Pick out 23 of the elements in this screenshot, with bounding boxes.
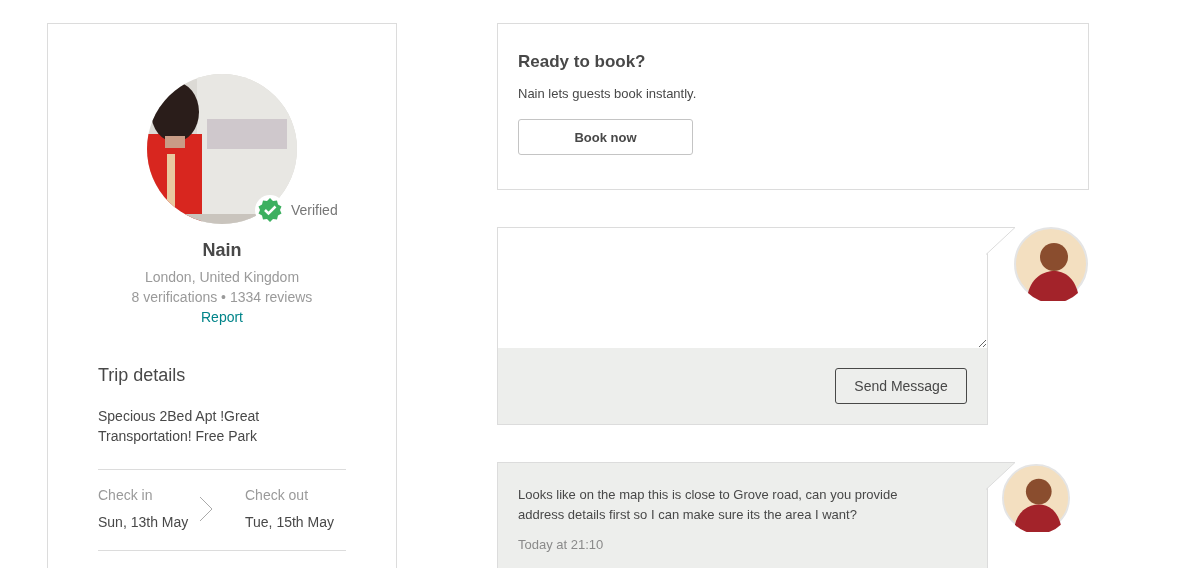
check-in-label: Check in [98,487,154,503]
book-now-button[interactable]: Book now [518,119,693,155]
check-out-label: Check out [245,487,310,503]
report-link[interactable]: Report [201,307,243,327]
check-out-date: Tue, 15th May [245,514,335,530]
trip-details-heading: Trip details [98,365,187,386]
message-text: Looks like on the map this is close to Grove road, can you provide address details first so I can make sure its the area I want? [518,486,899,524]
avatar-icon [1014,227,1088,301]
booking-title: Ready to book? [518,52,646,72]
verified-badge-icon [255,195,285,225]
message-time: Today at 21:10 [518,537,605,552]
send-message-button[interactable]: Send Message [835,368,967,404]
host-name: Nain [202,240,242,261]
booking-text: Nain lets guests book instantly. [518,86,697,101]
host-location: London, United Kingdom [144,268,300,287]
listing-title: Specious 2Bed Apt !Great Transportation! Free Park [98,407,261,446]
chevron-right-icon [199,495,213,522]
host-stats: 8 verifications • 1334 reviews [131,288,313,307]
message-field[interactable] [497,227,988,348]
verified-label: Verified [291,202,338,218]
avatar-icon [1002,464,1070,532]
check-in-date: Sun, 13th May [98,514,190,530]
bubble-tail [986,227,1016,255]
